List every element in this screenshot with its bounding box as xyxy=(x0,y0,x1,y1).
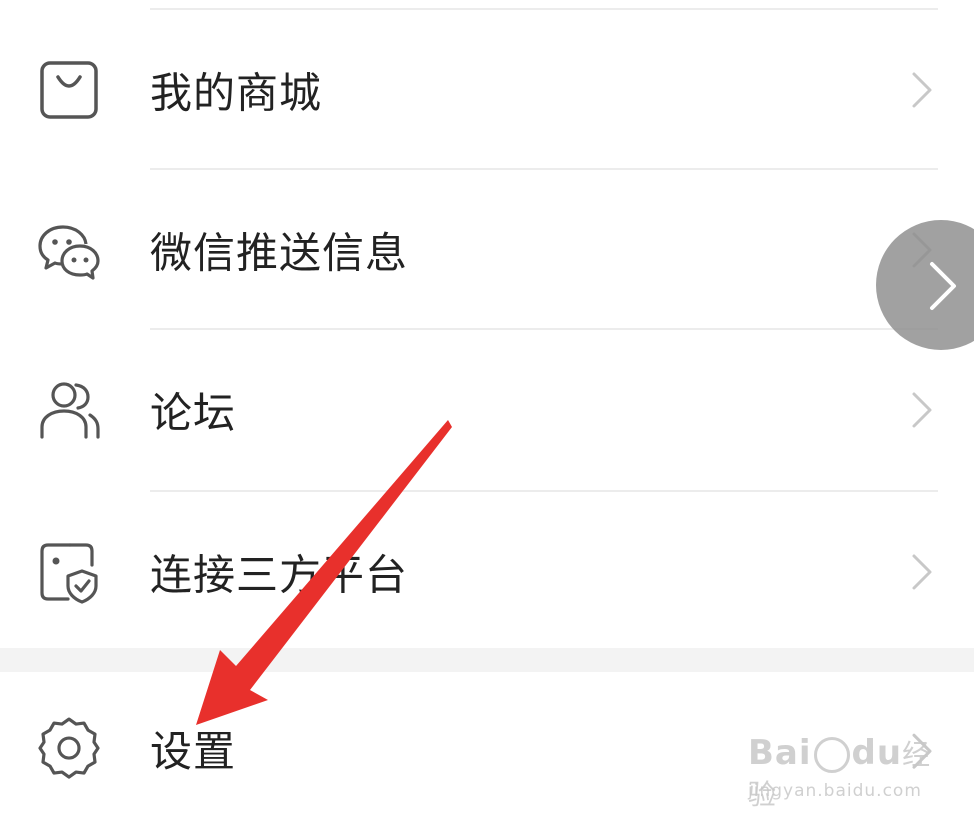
menu-item-label: 微信推送信息 xyxy=(150,228,409,278)
watermark-url: jingyan.baidu.com xyxy=(748,781,922,801)
chevron-right-icon xyxy=(912,554,932,590)
menu-item-label: 我的商城 xyxy=(150,68,323,118)
menu-item-label: 连接三方平台 xyxy=(150,550,409,600)
wechat-icon xyxy=(38,225,100,280)
section-separator xyxy=(0,648,974,672)
watermark-brand: Bai du经验 xyxy=(748,733,932,811)
chevron-right-icon xyxy=(912,72,932,108)
menu-item-wechat-push[interactable]: 微信推送信息 xyxy=(0,170,974,330)
menu-item-my-store[interactable]: 我的商城 xyxy=(0,10,974,170)
paw-icon xyxy=(813,736,850,773)
shield-link-icon xyxy=(40,543,98,604)
baidu-jingyan-watermark: Bai du经验 jingyan.baidu.com xyxy=(748,715,938,811)
chevron-right-icon xyxy=(930,262,956,310)
users-icon xyxy=(40,382,100,439)
chevron-right-icon xyxy=(912,392,932,428)
menu-item-label: 论坛 xyxy=(150,388,237,438)
menu-item-forum[interactable]: 论坛 xyxy=(0,330,974,490)
shopping-bag-icon xyxy=(40,61,98,119)
menu-item-third-party[interactable]: 连接三方平台 xyxy=(0,492,974,652)
menu-item-label: 设置 xyxy=(150,727,237,777)
gear-icon xyxy=(38,717,100,779)
